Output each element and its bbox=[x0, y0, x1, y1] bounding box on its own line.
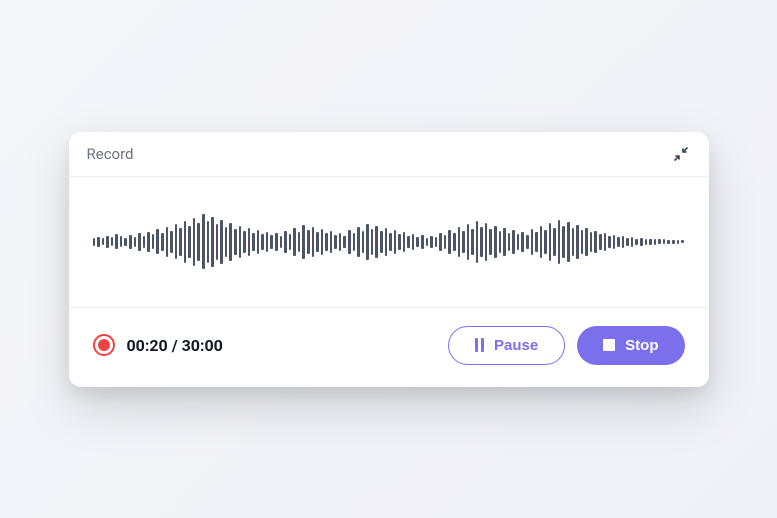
record-indicator-icon bbox=[93, 334, 115, 356]
minimize-button[interactable] bbox=[671, 144, 691, 164]
recording-status: 00:20 / 30:00 bbox=[93, 334, 223, 356]
pause-button[interactable]: Pause bbox=[448, 326, 565, 365]
waveform-area bbox=[69, 177, 709, 308]
stop-button[interactable]: Stop bbox=[577, 326, 684, 365]
pause-label: Pause bbox=[494, 337, 538, 354]
stop-label: Stop bbox=[625, 337, 658, 354]
card-header: Record bbox=[69, 132, 709, 177]
elapsed-time: 00:20 bbox=[127, 336, 168, 355]
stop-icon bbox=[603, 339, 615, 351]
waveform bbox=[93, 207, 685, 277]
button-group: Pause Stop bbox=[448, 326, 685, 365]
time-separator: / bbox=[168, 336, 182, 355]
pause-icon bbox=[475, 338, 484, 352]
card-title: Record bbox=[87, 145, 134, 163]
minimize-icon bbox=[673, 146, 689, 162]
record-card: Record 00:20 / 30:00 Pause Stop bbox=[69, 132, 709, 387]
controls-row: 00:20 / 30:00 Pause Stop bbox=[69, 308, 709, 387]
total-time: 30:00 bbox=[182, 336, 223, 355]
time-display: 00:20 / 30:00 bbox=[127, 336, 223, 355]
